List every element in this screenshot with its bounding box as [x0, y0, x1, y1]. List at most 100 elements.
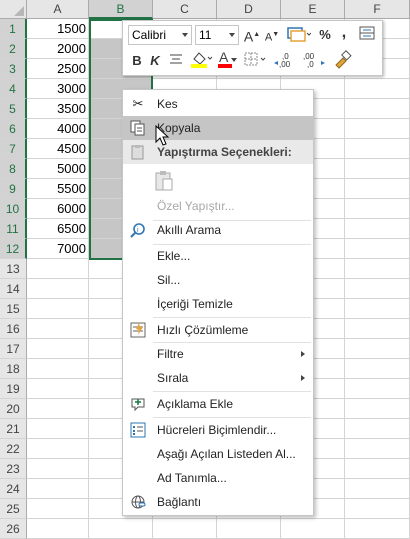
comma-style-button[interactable]: ,	[337, 23, 351, 43]
cell-a4[interactable]: 3000	[27, 79, 89, 99]
cell-f14[interactable]	[345, 279, 410, 299]
decrease-font-size-button[interactable]: A▼	[263, 25, 281, 45]
cell-a11[interactable]: 6500	[27, 219, 89, 239]
menu-item-delete[interactable]: Sil...	[123, 268, 313, 292]
decrease-decimal-button[interactable]: ,00,0	[301, 51, 327, 71]
menu-item-pick-from-list[interactable]: Aşağı Açılan Listeden Al...	[123, 442, 313, 466]
fill-color-button[interactable]	[189, 49, 213, 69]
cell-f22[interactable]	[345, 439, 410, 459]
cell-f18[interactable]	[345, 359, 410, 379]
menu-item-insert-comment[interactable]: Açıklama Ekle	[123, 392, 313, 416]
menu-item-filter[interactable]: Filtre	[123, 342, 313, 366]
cell-d26[interactable]	[217, 519, 281, 539]
column-header-a[interactable]: A	[27, 0, 89, 19]
cell-f24[interactable]	[345, 479, 410, 499]
bold-button[interactable]: B	[129, 51, 145, 71]
row-header-14[interactable]: 14	[0, 279, 27, 299]
cell-b26[interactable]	[89, 519, 153, 539]
font-name-box[interactable]: Calibri	[128, 25, 192, 45]
cell-a25[interactable]	[27, 499, 89, 519]
row-header-16[interactable]: 16	[0, 319, 27, 339]
merge-center-button[interactable]	[357, 25, 377, 45]
row-header-23[interactable]: 23	[0, 459, 27, 479]
format-painter-button[interactable]	[333, 49, 353, 69]
cell-f12[interactable]	[345, 239, 410, 259]
row-header-11[interactable]: 11	[0, 219, 27, 239]
row-header-2[interactable]: 2	[0, 39, 27, 59]
cell-f21[interactable]	[345, 419, 410, 439]
row-header-22[interactable]: 22	[0, 439, 27, 459]
row-header-20[interactable]: 20	[0, 399, 27, 419]
cell-e26[interactable]	[281, 519, 345, 539]
menu-item-hyperlink[interactable]: Bağlantı	[123, 490, 313, 514]
cell-a23[interactable]	[27, 459, 89, 479]
increase-decimal-button[interactable]: ,0,00	[273, 51, 299, 71]
row-header-18[interactable]: 18	[0, 359, 27, 379]
row-header-19[interactable]: 19	[0, 379, 27, 399]
row-header-10[interactable]: 10	[0, 199, 27, 219]
row-header-15[interactable]: 15	[0, 299, 27, 319]
cell-f11[interactable]	[345, 219, 410, 239]
cell-f7[interactable]	[345, 139, 410, 159]
cell-f13[interactable]	[345, 259, 410, 279]
font-color-button[interactable]: A	[216, 49, 240, 69]
row-header-9[interactable]: 9	[0, 179, 27, 199]
row-header-25[interactable]: 25	[0, 499, 27, 519]
cell-f25[interactable]	[345, 499, 410, 519]
column-header-b[interactable]: B	[89, 0, 153, 19]
menu-item-define-name[interactable]: Ad Tanımla...	[123, 466, 313, 490]
cell-a8[interactable]: 5000	[27, 159, 89, 179]
cell-f17[interactable]	[345, 339, 410, 359]
cell-a7[interactable]: 4500	[27, 139, 89, 159]
menu-item-clear-contents[interactable]: İçeriği Temizle	[123, 292, 313, 316]
percent-style-button[interactable]: %	[316, 25, 334, 45]
cell-a10[interactable]: 6000	[27, 199, 89, 219]
cell-a3[interactable]: 2500	[27, 59, 89, 79]
cell-f10[interactable]	[345, 199, 410, 219]
row-header-13[interactable]: 13	[0, 259, 27, 279]
row-header-1[interactable]: 1	[0, 19, 27, 39]
cell-a13[interactable]	[27, 259, 89, 279]
row-header-21[interactable]: 21	[0, 419, 27, 439]
menu-item-paste-special[interactable]: Özel Yapıştır...	[123, 194, 313, 218]
cell-f4[interactable]	[345, 79, 410, 99]
menu-item-insert[interactable]: Ekle...	[123, 244, 313, 268]
increase-font-size-button[interactable]: A▲	[243, 25, 261, 45]
cell-f15[interactable]	[345, 299, 410, 319]
cell-a9[interactable]: 5500	[27, 179, 89, 199]
cell-c26[interactable]	[153, 519, 217, 539]
menu-item-quick-analysis[interactable]: Hızlı Çözümleme	[123, 318, 313, 342]
row-header-24[interactable]: 24	[0, 479, 27, 499]
paste-clipboard-icon[interactable]	[153, 170, 175, 192]
row-header-4[interactable]: 4	[0, 79, 27, 99]
menu-item-smart-lookup[interactable]: i Akıllı Arama	[123, 218, 313, 242]
cell-f23[interactable]	[345, 459, 410, 479]
column-header-c[interactable]: C	[153, 0, 217, 19]
menu-item-cut[interactable]: ✂ Kes	[123, 92, 313, 116]
cell-a1[interactable]: 1500	[27, 19, 89, 39]
cell-f26[interactable]	[345, 519, 410, 539]
cell-a16[interactable]	[27, 319, 89, 339]
cell-a17[interactable]	[27, 339, 89, 359]
menu-item-sort[interactable]: Sırala	[123, 366, 313, 390]
borders-button[interactable]	[244, 51, 268, 71]
row-header-6[interactable]: 6	[0, 119, 27, 139]
row-header-8[interactable]: 8	[0, 159, 27, 179]
select-all-corner[interactable]	[0, 0, 27, 19]
cell-a26[interactable]	[27, 519, 89, 539]
cell-f5[interactable]	[345, 99, 410, 119]
row-header-12[interactable]: 12	[0, 239, 27, 259]
cell-a15[interactable]	[27, 299, 89, 319]
cell-a12[interactable]: 7000	[27, 239, 89, 259]
cell-a5[interactable]: 3500	[27, 99, 89, 119]
accounting-format-button[interactable]	[283, 25, 313, 45]
cell-a2[interactable]: 2000	[27, 39, 89, 59]
cell-a21[interactable]	[27, 419, 89, 439]
row-header-5[interactable]: 5	[0, 99, 27, 119]
cell-a22[interactable]	[27, 439, 89, 459]
italic-button[interactable]: K	[147, 51, 163, 71]
cell-a14[interactable]	[27, 279, 89, 299]
center-align-button[interactable]	[167, 51, 185, 71]
menu-item-copy[interactable]: Kopyala	[123, 116, 313, 140]
cell-a18[interactable]	[27, 359, 89, 379]
